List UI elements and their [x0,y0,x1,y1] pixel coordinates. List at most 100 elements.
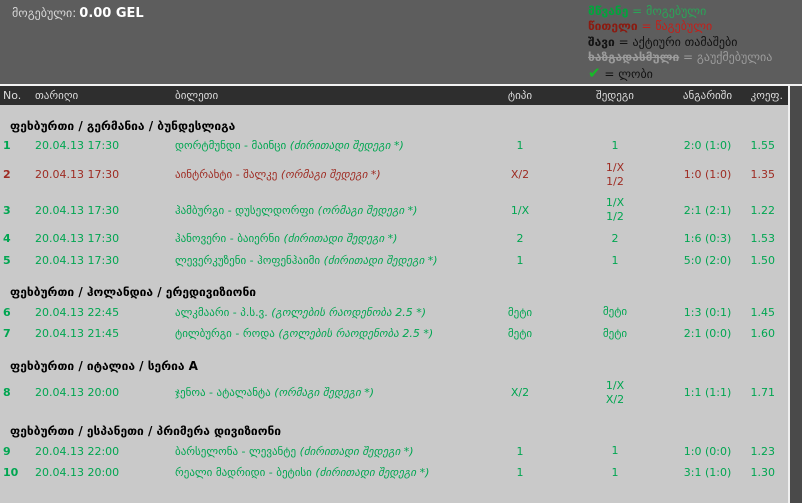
table-row: 10 20.04.13 20:00 რეალი მადრიდი - ბეტისი… [0,462,788,484]
col-header-result: შედეგი [596,88,634,102]
right-strip [790,86,802,503]
cell-result: 1/X X/2 [605,378,625,406]
cell-type: 2 [516,232,524,246]
cell-coef: 1.50 [750,253,776,267]
cell-date: 20.04.13 20:00 [35,386,120,399]
legend-row: ✔ = ლობი [588,63,653,82]
col-header-ticket: ბილეთი [175,89,219,102]
table-row: 8 20.04.13 20:00 ჯენოა - ატალანტა (ორმაგ… [0,375,788,411]
league-section: ფეხბურთი / იტალია / სერია A 8 20.04.13 2… [0,345,788,411]
cell-result: მეტი [602,327,628,340]
cell-type: 1/X [510,203,530,217]
cell-score: 1:1 (1:1) [683,386,732,399]
betting-history-page: მოგებული: 0.00 GEL მწვანე = მოგებული წითე… [0,0,802,503]
cell-date: 20.04.13 17:30 [35,203,120,217]
cell-type: X/2 [510,168,530,181]
cell-type: მეტი [507,305,533,319]
table-row: 3 20.04.13 17:30 ჰამბურგი - დუსელდორფი (… [0,192,788,228]
col-header-score: ანგარიში [682,89,733,102]
cell-type: 1 [516,139,524,153]
cell-score: 2:1 (2:1) [683,203,732,217]
cell-no: 6 [3,305,11,319]
league-section: ფეხბურთი / გერმანია / ბუნდესლიგა 1 20.04… [0,105,788,271]
cell-no: 5 [3,253,11,267]
legend-row: მწვანე = მოგებული [588,4,707,18]
cell-ticket: ლევერკუზენი - ჰოფენჰაიმი (ძირითადი შედეგ… [175,253,438,267]
cell-no: 2 [3,168,11,181]
cell-result: 1 [611,253,619,267]
legend: მწვანე = მოგებული წითელი = წაგებული შავი… [588,4,772,82]
cell-score: 2:1 (0:0) [683,327,732,341]
cell-coef: 1.55 [750,139,776,153]
table-row: 6 20.04.13 22:45 ალკმაარი - პ.ს.ვ. (გოლე… [0,301,788,323]
cell-no: 1 [3,139,11,153]
cell-result: 1 [611,466,619,479]
cell-ticket: ბარსელონა - ლევანტე (ძირითადი შედეგი *) [175,444,414,458]
cell-score: 1:0 (0:0) [683,444,732,458]
cell-date: 20.04.13 17:30 [35,253,120,267]
cell-score: 1:3 (0:1) [683,305,732,319]
cell-no: 9 [3,444,11,458]
table-row: 2 20.04.13 17:30 აინტრახტი - შალკე (ორმა… [0,157,788,193]
table-row: 7 20.04.13 21:45 ტილბურგი - როდა (გოლები… [0,323,788,345]
cell-ticket: დორტმუნდი - მაინცი (ძირითადი შედეგი *) [175,139,404,153]
cell-coef: 1.53 [750,232,776,246]
cell-ticket: ჰამბურგი - დუსელდორფი (ორმაგი შედეგი *) [175,203,418,217]
cell-no: 10 [3,466,19,480]
cell-coef: 1.23 [750,444,776,458]
won-summary: მოგებული: 0.00 GEL [12,6,144,21]
section-title: ფეხბურთი / იტალია / სერია A [10,358,198,373]
cell-date: 20.04.13 17:30 [35,168,120,181]
table-body: ფეხბურთი / გერმანია / ბუნდესლიგა 1 20.04… [0,105,788,503]
table-row: 5 20.04.13 17:30 ლევერკუზენი - ჰოფენჰაიმ… [0,250,788,272]
cell-ticket: ალკმაარი - პ.ს.ვ. (გოლების რაოდენობა 2.5… [175,305,426,319]
legend-row: ხაზგადასმული = გაუქმებულია [588,50,773,65]
cell-date: 20.04.13 17:30 [35,139,120,153]
cell-score: 3:1 (1:0) [683,466,732,480]
cell-no: 8 [3,386,11,399]
cell-type: 1 [516,466,524,480]
cell-coef: 1.35 [750,168,776,181]
table-header: No. თარიღი ბილეთი ტიპი შედეგი ანგარიში კ… [0,86,788,105]
cell-ticket: რეალი მადრიდი - ბეტისი (ძირითადი შედეგი … [175,466,430,480]
cell-no: 4 [3,232,11,246]
section-title: ფეხბურთი / გერმანია / ბუნდესლიგა [10,119,236,133]
check-icon: ✔ [588,63,601,82]
table-row: 1 20.04.13 17:30 დორტმუნდი - მაინცი (ძირ… [0,135,788,157]
cell-ticket: აინტრახტი - შალკე (ორმაგი შედეგი *) [175,168,381,181]
cell-ticket: ჯენოა - ატალანტა (ორმაგი შედეგი *) [175,386,375,399]
col-header-no: No. [3,89,22,102]
won-label: მოგებული: [12,6,77,20]
cell-coef: 1.45 [750,305,776,319]
cell-score: 1:6 (0:3) [683,232,732,246]
cell-score: 1:0 (1:0) [683,168,732,181]
cell-type: მეტი [507,327,533,341]
cell-coef: 1.30 [750,466,776,480]
cell-date: 20.04.13 22:45 [35,305,120,319]
cell-coef: 1.22 [750,203,776,217]
cell-coef: 1.71 [750,386,776,399]
cell-type: 1 [516,253,524,267]
league-section: ფეხბურთი / ესპანეთი / პრიმერა დივიზიონი … [0,410,788,484]
cell-date: 20.04.13 20:00 [35,466,120,480]
cell-result: მეტი [602,305,628,319]
legend-row: წითელი = წაგებული [588,19,713,34]
table-row: 4 20.04.13 17:30 ჰანოვერი - ბაიერნი (ძირ… [0,228,788,250]
cell-type: 1 [516,444,524,458]
cell-date: 20.04.13 17:30 [35,232,120,246]
cell-no: 3 [3,203,11,217]
won-amount: 0.00 GEL [79,6,144,21]
cell-no: 7 [3,327,11,341]
cell-date: 20.04.13 21:45 [35,327,120,341]
col-header-date: თარიღი [35,89,79,102]
section-title: ფეხბურთი / ჰოლანდია / ერედივიზიონი [10,285,257,300]
cell-result: 1 [611,139,619,152]
cell-result: 1/X 1/2 [605,160,625,188]
cell-result: 1/X 1/2 [605,196,625,223]
content: No. თარიღი ბილეთი ტიპი შედეგი ანგარიში კ… [0,86,802,503]
top-bar: მოგებული: 0.00 GEL მწვანე = მოგებული წითე… [0,0,802,84]
cell-type: X/2 [510,386,530,399]
league-section: ფეხბურთი / ჰოლანდია / ერედივიზიონი 6 20.… [0,271,788,345]
legend-row: შავი = აქტიური თამაშები [588,34,738,49]
col-header-coef: კოეფ. [750,89,783,102]
